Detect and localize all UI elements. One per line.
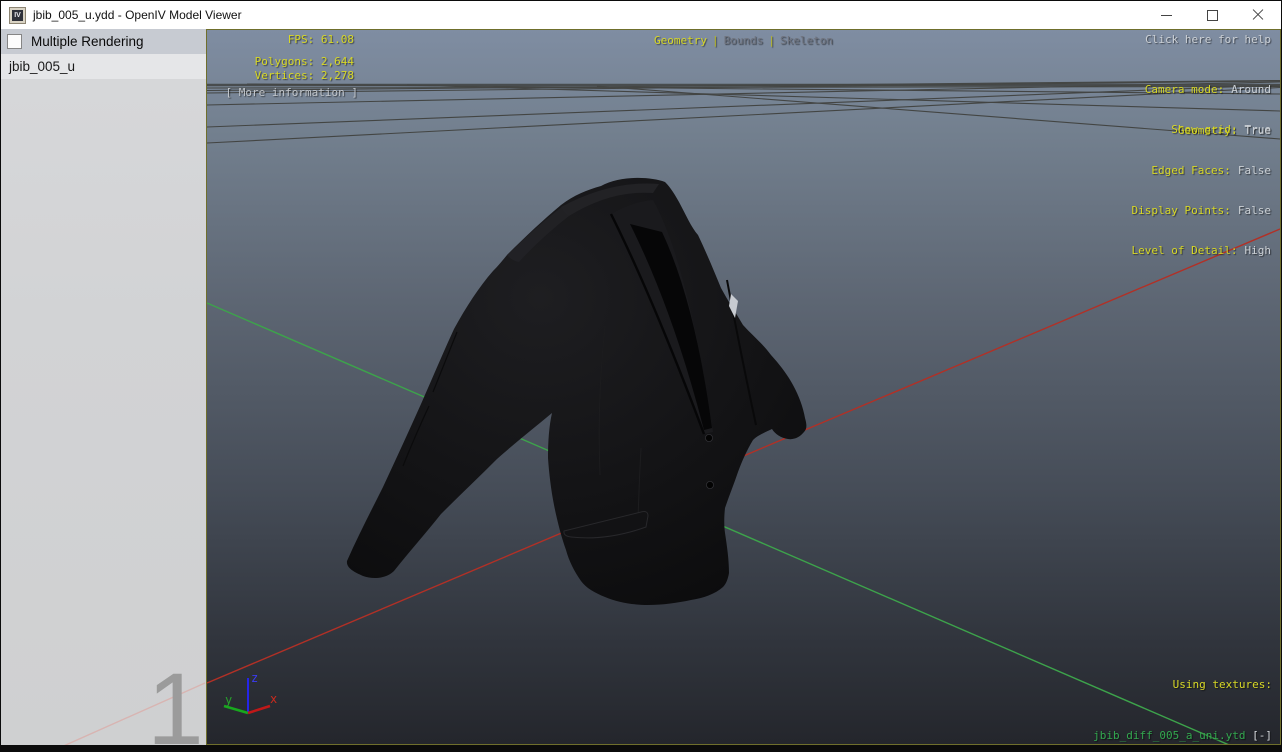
jacket-model[interactable] [346,177,807,605]
app-window: IV jbib_005_u.ydd - OpenIV Model Viewer … [0,0,1282,752]
polygons-counter: Polygons: 2,644 [254,55,354,68]
gizmo-x-axis [247,704,271,715]
view-tabs: Geometry | Bounds | Skeleton [207,34,1280,47]
gizmo-x-label: x [270,692,277,706]
tab-geometry[interactable]: Geometry [654,34,707,47]
window-title: jbib_005_u.ydd - OpenIV Model Viewer [33,8,242,22]
close-icon [1252,9,1264,21]
textures-header: Using textures: [1172,678,1272,691]
help-link[interactable]: Click here for help [1145,33,1271,46]
tab-separator: | [768,34,775,47]
close-button[interactable] [1235,1,1281,29]
maximize-icon [1206,9,1218,21]
sidebar: Multiple Rendering jbib_005_u 1 [1,29,206,745]
axis-gizmo: z y x [223,671,277,715]
page-number: 1 [147,652,204,745]
viewport-3d[interactable]: z y x FPS: 61.08 Polygons: 2,644 Vertice… [206,29,1281,745]
tab-separator: | [712,34,719,47]
maximize-button[interactable] [1189,1,1235,29]
geometry-toggle-row[interactable]: Geometry: True [1132,124,1271,137]
caption-buttons [1143,1,1281,29]
multiple-rendering-row[interactable]: Multiple Rendering [1,29,206,54]
tab-bounds[interactable]: Bounds [724,34,764,47]
jacket-button-bottom [705,480,714,489]
grid-lines [207,79,1280,144]
camera-mode-row[interactable]: Camera mode: Around [1145,83,1271,96]
edged-faces-row[interactable]: Edged Faces: False [1132,164,1271,177]
texture-remove-button[interactable]: [-] [1252,729,1272,742]
scene-canvas: z y x [207,79,1280,744]
axis-line-bleed [64,682,206,745]
display-points-row[interactable]: Display Points: False [1132,204,1271,217]
minimize-icon [1160,14,1172,16]
multiple-rendering-label: Multiple Rendering [31,34,144,49]
app-icon: IV [9,6,26,24]
level-of-detail-row[interactable]: Level of Detail: High [1132,244,1271,257]
texture-file-link[interactable]: jbib_diff_005_a_uni.ytd [1093,729,1245,742]
gizmo-y-label: y [225,693,232,707]
display-settings: Geometry: True Edged Faces: False Display … [1132,97,1271,285]
multiple-rendering-checkbox[interactable] [7,34,22,49]
titlebar: IV jbib_005_u.ydd - OpenIV Model Viewer [1,1,1281,29]
texture-row: jbib_diff_005_a_uni.ytd [-] [1087,727,1272,744]
tab-skeleton[interactable]: Skeleton [780,34,833,47]
more-information-link[interactable]: [ More information ] [209,86,358,99]
model-list-item[interactable]: jbib_005_u [1,54,206,79]
openiv-logo-icon: IV [12,9,23,21]
gizmo-z-label: z [251,671,258,685]
textures-panel: Using textures: jbib_diff_005_a_uni.ytd … [1087,642,1272,744]
minimize-button[interactable] [1143,1,1189,29]
vertices-counter: Vertices: 2,278 [254,69,354,82]
gizmo-y-axis [223,704,249,715]
jacket-button-top [704,433,713,442]
